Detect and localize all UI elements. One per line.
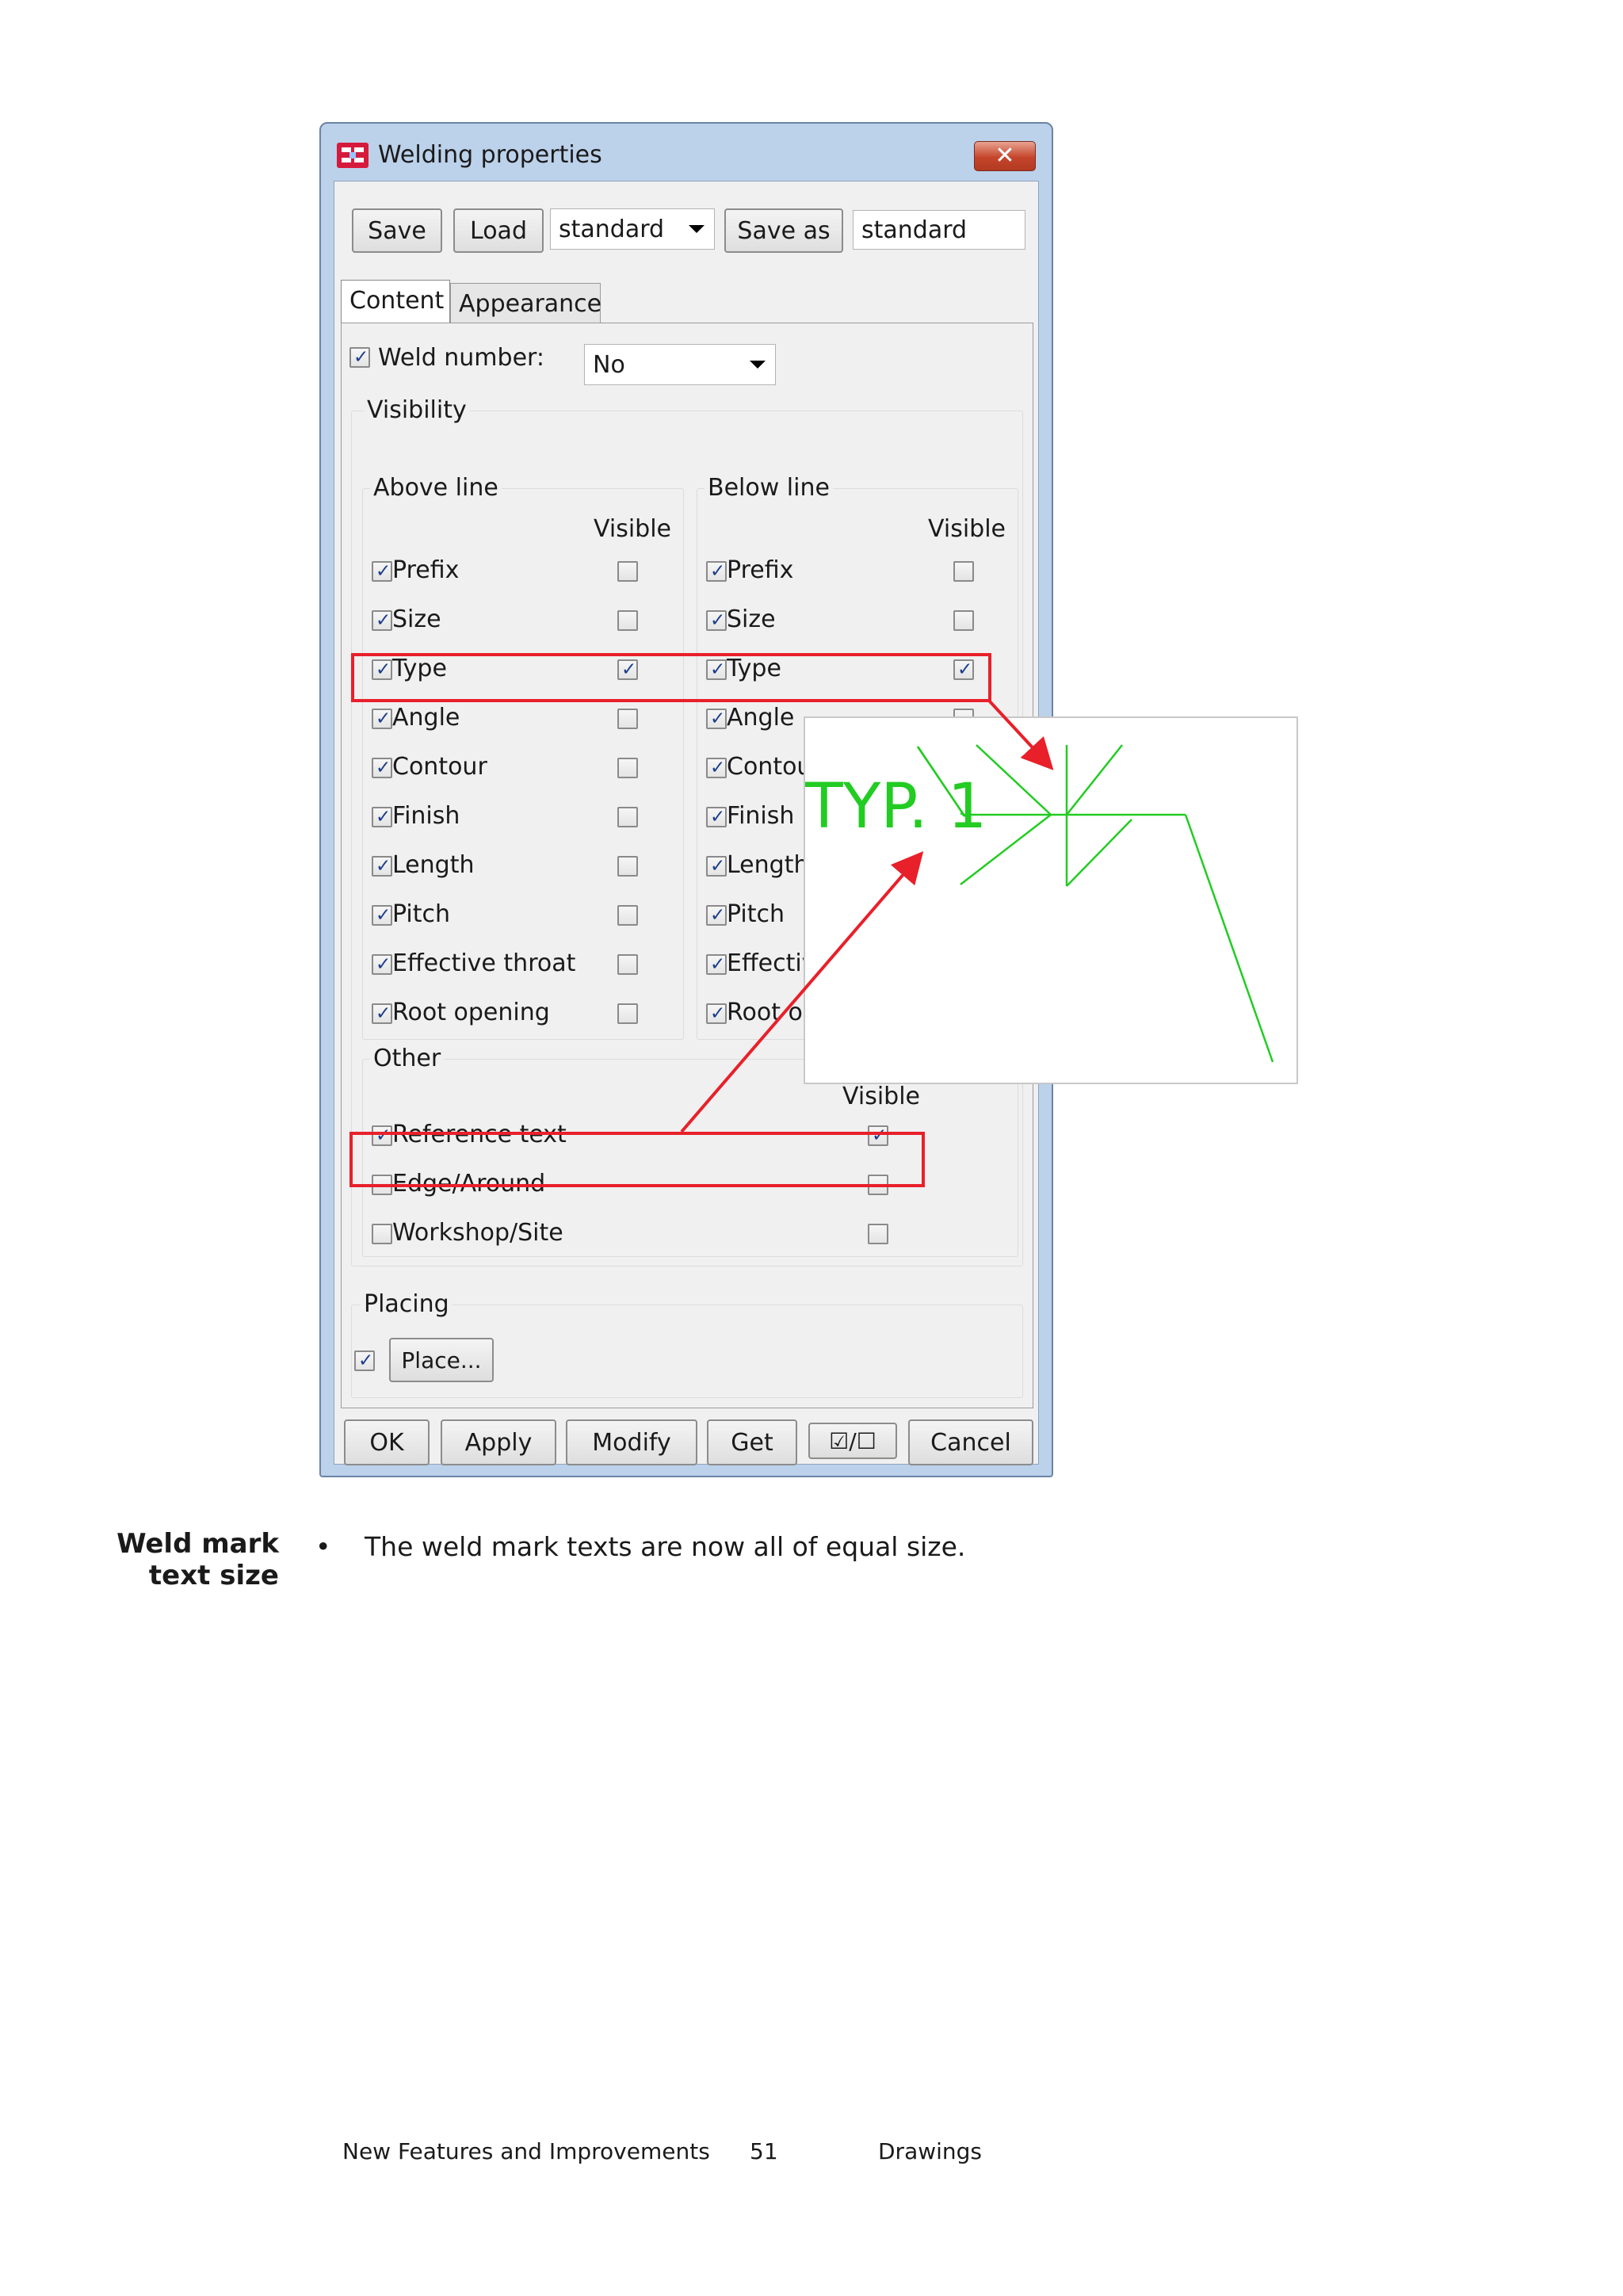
section-text: The weld mark texts are now all of equal… (365, 1531, 966, 1562)
page-number: 51 (750, 2138, 778, 2164)
callout-arrows (680, 699, 1054, 1133)
section-heading: Weld mark text size (116, 1528, 279, 1591)
type-arrow (987, 699, 1054, 770)
footer-right: Drawings (878, 2138, 983, 2164)
footer-left: New Features and Improvements (342, 2138, 710, 2164)
bullet-marker: • (315, 1531, 331, 1562)
reference-text-arrow (680, 850, 924, 1133)
